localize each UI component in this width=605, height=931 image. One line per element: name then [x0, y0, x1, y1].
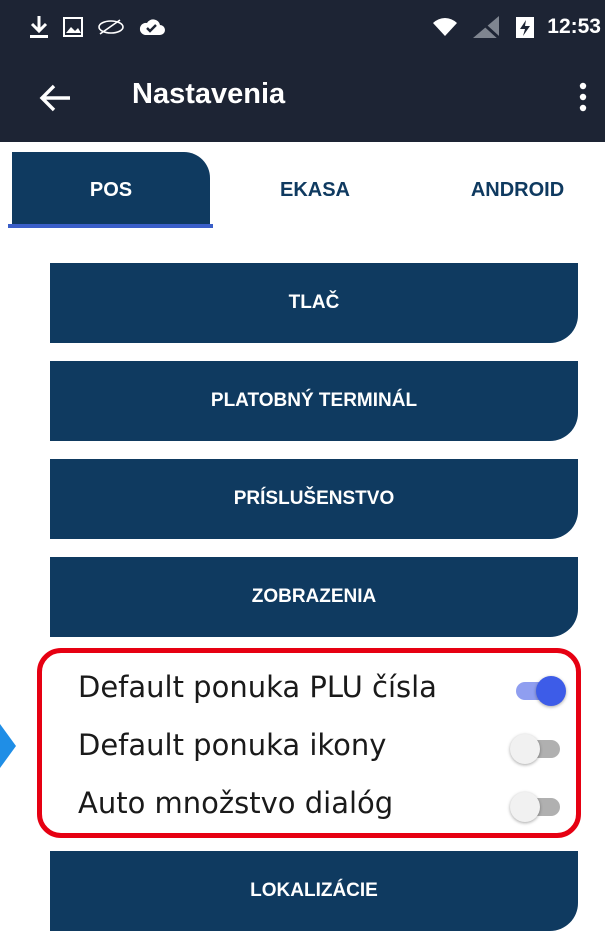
localization-button[interactable]: LOKALIZÁCIE	[50, 851, 578, 931]
status-icons-left	[28, 12, 166, 42]
tab-android[interactable]: ANDROID	[430, 152, 605, 228]
wifi-icon	[431, 16, 459, 38]
display-button[interactable]: ZOBRAZENIA	[50, 557, 578, 637]
payment-terminal-button[interactable]: PLATOBNÝ TERMINÁL	[50, 361, 578, 441]
app-toolbar: Nastavenia	[0, 54, 605, 142]
image-icon	[62, 16, 84, 38]
switch-thumb	[536, 676, 566, 706]
print-button[interactable]: TLAČ	[50, 263, 578, 343]
more-vert-icon	[579, 82, 587, 112]
icons-switch[interactable]	[510, 732, 570, 766]
status-bar: 12:53	[0, 0, 605, 54]
settings-tabs: POS EKASA ANDROID	[0, 142, 605, 230]
download-icon	[28, 14, 50, 40]
toggle-label: Default ponuka ikony	[78, 728, 387, 762]
cloud-check-icon	[138, 16, 166, 38]
more-options-button[interactable]	[573, 78, 593, 118]
auto-quantity-switch[interactable]	[510, 790, 570, 824]
switch-thumb	[510, 792, 540, 822]
cast-icon	[96, 16, 126, 38]
switch-thumb	[510, 734, 540, 764]
page-title: Nastavenia	[132, 78, 286, 110]
active-tab-indicator	[8, 224, 213, 228]
pointer-arrow-icon	[0, 724, 16, 768]
toggle-label: Auto množstvo dialóg	[78, 786, 394, 820]
tab-ekasa[interactable]: EKASA	[230, 152, 400, 228]
arrow-back-icon	[39, 84, 70, 112]
back-button[interactable]	[36, 80, 76, 116]
status-time: 12:53	[547, 15, 601, 38]
accessories-button[interactable]: PRÍSLUŠENSTVO	[50, 459, 578, 539]
plu-numbers-switch[interactable]	[510, 674, 570, 708]
toggle-label: Default ponuka PLU čísla	[78, 670, 437, 704]
status-icons-right: 12:53	[431, 12, 601, 42]
battery-charging-icon	[513, 14, 537, 40]
toggle-row-icons: Default ponuka ikony	[40, 722, 570, 772]
tab-pos[interactable]: POS	[12, 152, 210, 228]
toggle-row-auto-quantity: Auto množstvo dialóg	[40, 780, 570, 830]
no-signal-icon	[469, 14, 503, 40]
toggle-row-plu-numbers: Default ponuka PLU čísla	[40, 664, 570, 714]
